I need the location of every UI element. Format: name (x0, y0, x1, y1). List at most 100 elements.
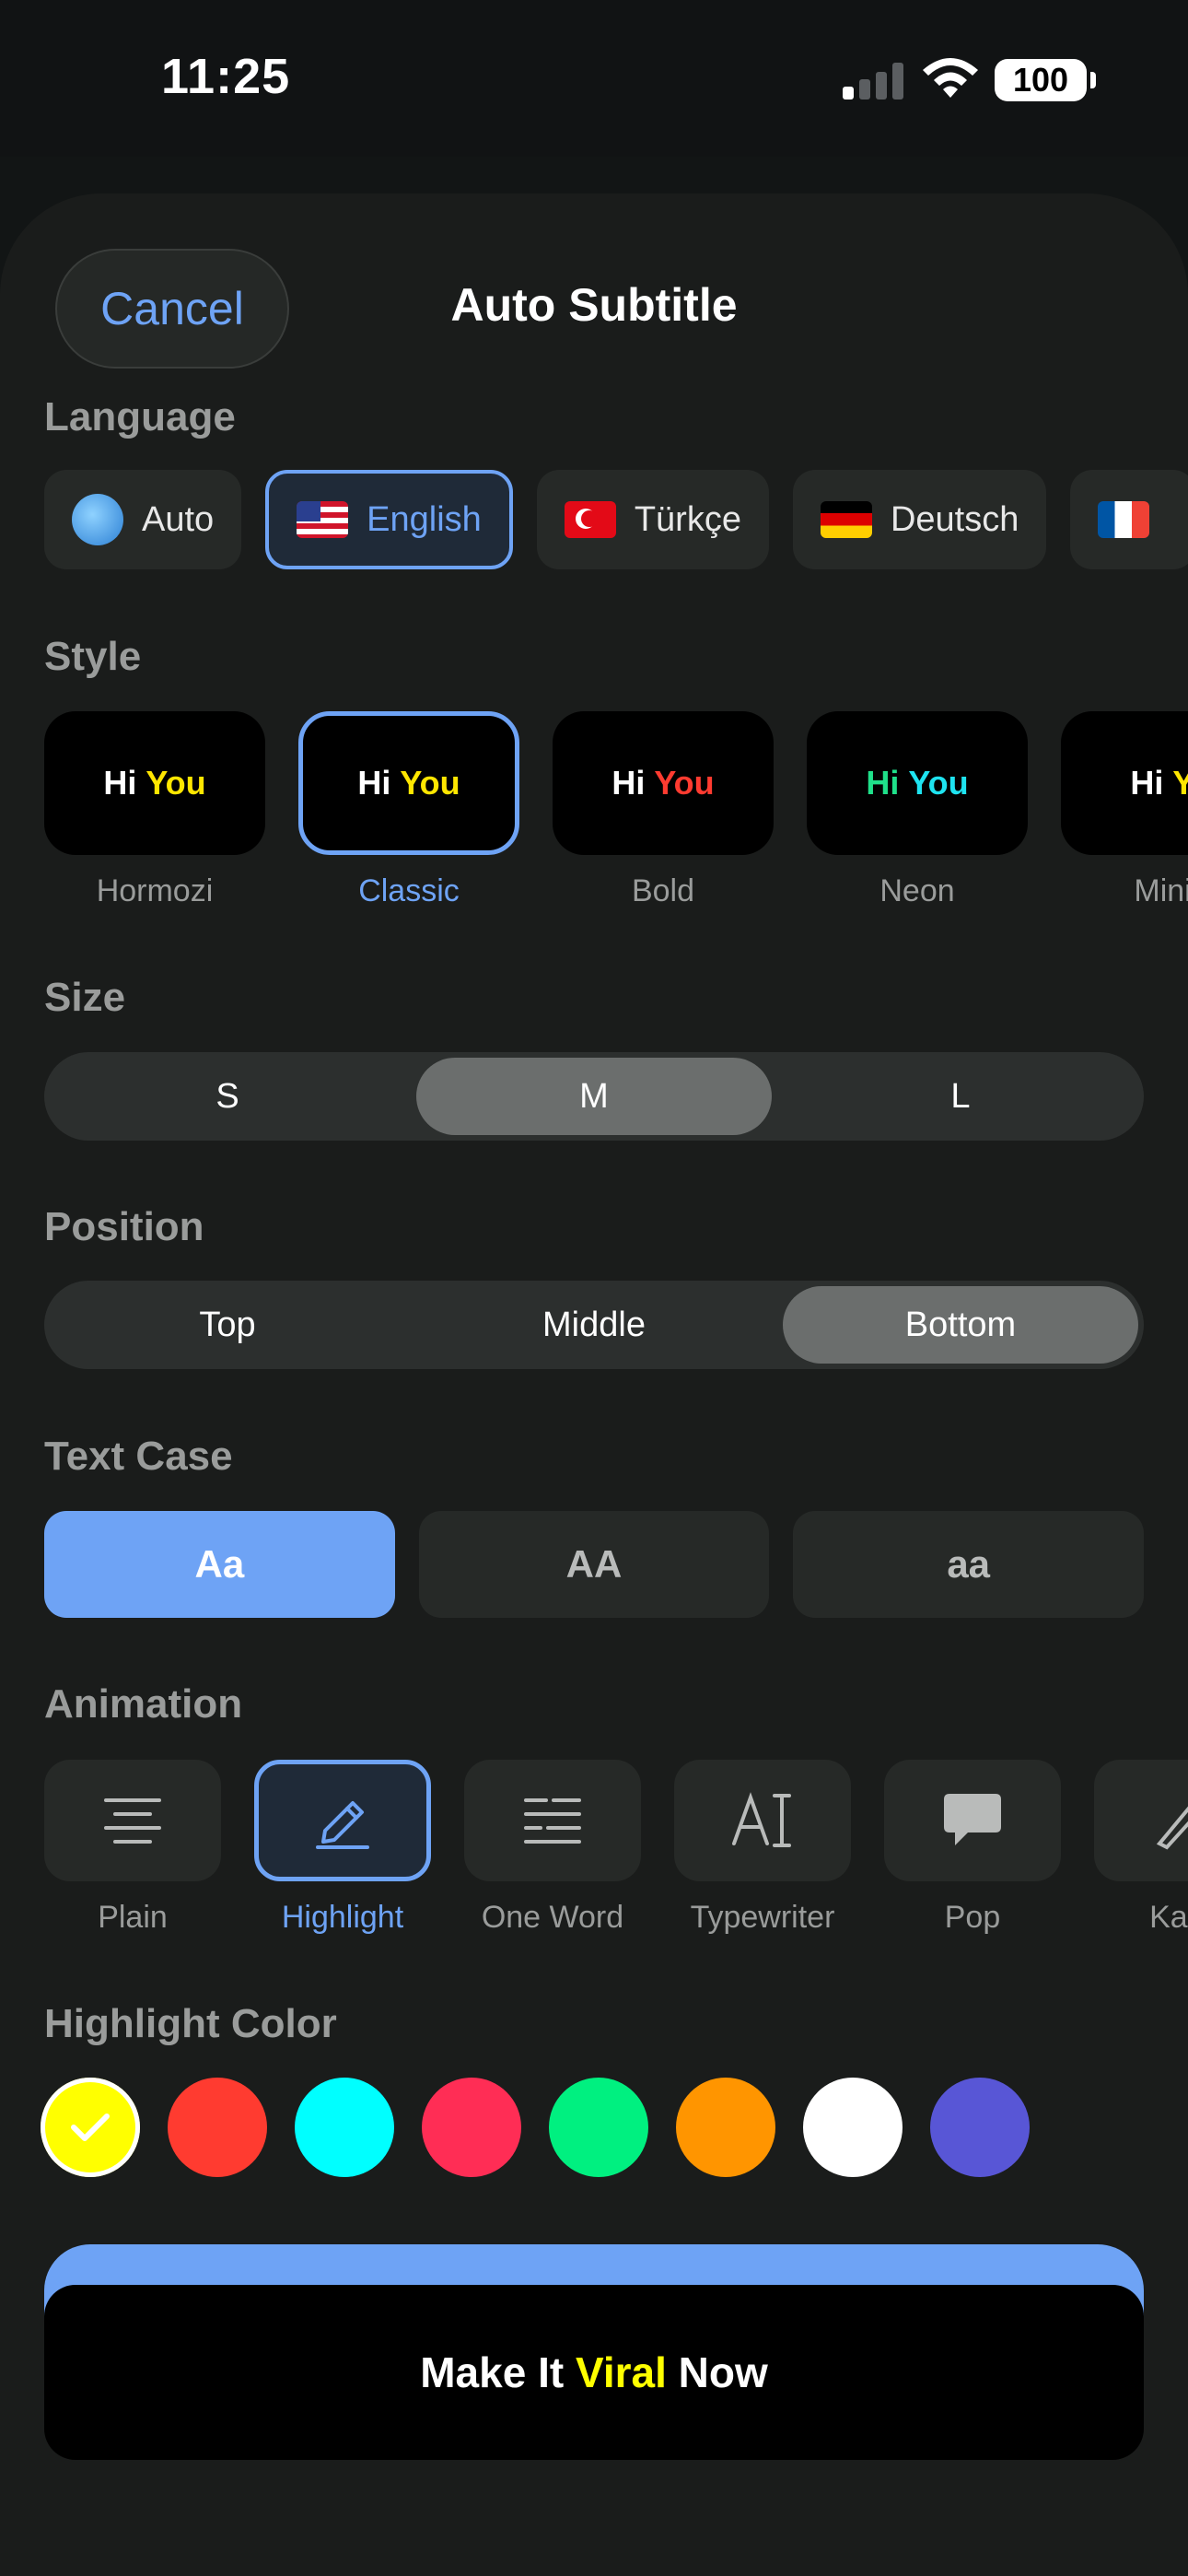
animation-option[interactable]: Kara (1094, 1760, 1188, 1936)
wifi-icon (923, 58, 978, 98)
style-name: Hormozi (96, 873, 214, 908)
style-preview: Hi You (298, 711, 519, 855)
animation-name: One Word (481, 1900, 624, 1935)
animation-name: Plain (98, 1900, 168, 1935)
style-option[interactable]: Hi You Neon (807, 711, 1028, 909)
animation-option[interactable]: Pop (884, 1760, 1061, 1936)
style-name: Minin (1134, 873, 1188, 908)
style-label: Style (44, 634, 142, 679)
language-chip[interactable]: English (265, 470, 513, 569)
auto-subtitle-sheet: Cancel Auto Subtitle Language Auto Englis… (0, 193, 1188, 2576)
size-option[interactable]: S (50, 1058, 405, 1135)
language-chip-label: English (367, 499, 482, 539)
style-option[interactable]: HiYo Minin (1061, 711, 1188, 909)
text-case-option[interactable]: aa (793, 1511, 1145, 1618)
animation-label: Animation (44, 1681, 243, 1727)
animation-name: Pop (944, 1900, 1001, 1935)
pencil-icon (254, 1760, 431, 1881)
size-option[interactable]: L (783, 1058, 1138, 1135)
language-chip[interactable]: Türkçe (536, 470, 769, 569)
highlight-color-label: Highlight Color (44, 2001, 337, 2046)
highlight-color-swatch[interactable] (676, 2078, 775, 2177)
language-chip[interactable]: Deutsch (792, 470, 1047, 569)
style-option[interactable]: Hi You Hormozi (44, 711, 265, 909)
highlight-color-swatch[interactable] (295, 2078, 394, 2177)
globe-icon (72, 494, 123, 545)
speech-bubble-icon (884, 1760, 1061, 1881)
style-preview-highlight-word: You (400, 764, 460, 802)
style-preview-word: Hi (357, 764, 391, 802)
style-preview: Hi You (807, 711, 1028, 855)
style-preview: Hi You (553, 711, 774, 855)
cellular-signal-icon (843, 63, 907, 100)
status-bar: 11:25 100 (0, 0, 1188, 157)
animation-name: Highlight (281, 1900, 404, 1935)
language-chip-label: Auto (142, 499, 215, 539)
language-chip[interactable]: Auto (44, 470, 242, 569)
position-label: Position (44, 1204, 204, 1249)
style-name: Neon (879, 873, 955, 908)
cta-text-part2: Now (666, 2348, 768, 2396)
checkmark-icon (71, 2113, 110, 2141)
text-lines-icon (464, 1760, 641, 1881)
animation-option[interactable]: Plain (44, 1760, 221, 1936)
align-center-icon (44, 1760, 221, 1881)
highlight-color-swatch[interactable] (422, 2078, 521, 2177)
language-label: Language (44, 394, 236, 439)
fr-flag-icon (1098, 501, 1150, 538)
text-case-label: Text Case (44, 1434, 233, 1479)
us-flag-icon (297, 501, 349, 538)
style-row: Hi You Hormozi Hi You Classic Hi You Bold Hi You Ne… (44, 711, 1188, 932)
animation-option[interactable]: Typewriter (674, 1760, 851, 1936)
cta-text-highlight: Viral (575, 2348, 667, 2396)
style-preview-word: Hi (103, 764, 137, 802)
make-it-viral-button[interactable]: Make It Viral Now (44, 2285, 1144, 2460)
size-option[interactable]: M (416, 1058, 772, 1135)
position-option[interactable]: Top (50, 1286, 405, 1364)
language-chip-label: Deutsch (890, 499, 1019, 539)
style-preview-highlight-word: Yo (1172, 764, 1188, 802)
style-preview: Hi You (44, 711, 265, 855)
language-chip-row: Auto English Türkçe Deutsch (44, 470, 1188, 569)
battery-indicator: 100 (995, 59, 1096, 101)
highlight-color-row (41, 2078, 1030, 2177)
position-segmented-control: Top Middle Bottom (44, 1281, 1144, 1369)
text-cursor-icon (674, 1760, 851, 1881)
language-chip[interactable] (1070, 470, 1188, 569)
language-chip-label: Türkçe (634, 499, 741, 539)
tr-flag-icon (564, 501, 616, 538)
highlight-color-swatch[interactable] (168, 2078, 267, 2177)
highlight-color-swatch[interactable] (930, 2078, 1030, 2177)
style-option[interactable]: Hi You Bold (553, 711, 774, 909)
highlight-color-swatch[interactable] (549, 2078, 648, 2177)
highlight-color-swatch[interactable] (803, 2078, 903, 2177)
animation-option[interactable]: One Word (464, 1760, 641, 1936)
cta-text-part1: Make It (420, 2348, 576, 2396)
style-preview-word: Hi (866, 764, 900, 802)
animation-name: Typewriter (690, 1900, 835, 1935)
status-time: 11:25 (161, 49, 291, 104)
animation-name: Kara (1149, 1900, 1188, 1935)
style-preview-highlight-word: You (654, 764, 715, 802)
de-flag-icon (820, 501, 872, 538)
sheet-title: Auto Subtitle (450, 279, 738, 331)
style-preview-word: Hi (1130, 764, 1164, 802)
text-case-row: Aa AA aa (44, 1511, 1145, 1618)
style-preview: HiYo (1061, 711, 1188, 855)
text-case-option[interactable]: AA (418, 1511, 770, 1618)
pen-icon (1094, 1760, 1188, 1881)
style-option[interactable]: Hi You Classic (298, 711, 519, 909)
style-preview-highlight-word: You (908, 764, 969, 802)
size-segmented-control: SML (44, 1052, 1144, 1141)
style-preview-highlight-word: You (146, 764, 206, 802)
text-case-option[interactable]: Aa (44, 1511, 395, 1618)
animation-row: Plain Highlight One Word Typewriter Pop Kara (44, 1760, 1188, 1953)
highlight-color-swatch[interactable] (41, 2078, 140, 2177)
size-label: Size (44, 975, 126, 1020)
animation-option[interactable]: Highlight (254, 1760, 431, 1936)
position-option[interactable]: Bottom (783, 1286, 1138, 1364)
position-option[interactable]: Middle (416, 1286, 772, 1364)
style-preview-word: Hi (611, 764, 646, 802)
style-name: Bold (631, 873, 695, 908)
style-name: Classic (358, 873, 460, 908)
